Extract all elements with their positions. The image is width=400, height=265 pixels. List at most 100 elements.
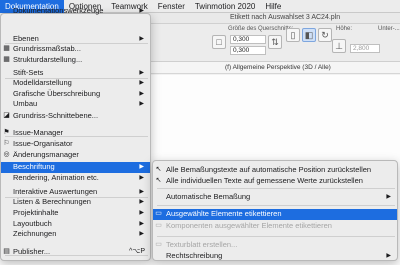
menubar-item-hilfe[interactable]: Hilfe xyxy=(260,0,286,13)
submenu-arrow-icon: ▶ xyxy=(139,221,144,227)
submenu-arrow-icon: ▶ xyxy=(139,231,144,237)
submenu-item-1[interactable]: ↖ Alle individuellen Texte auf gemessene … xyxy=(153,176,397,187)
menu-item-rendering-animation-etc[interactable]: Rendering, Animation etc. ▶ xyxy=(1,173,150,184)
menu-item-label: Beschriftung xyxy=(13,162,55,171)
submenu-item-3[interactable]: ▭ Ausgewählte Elemente etikettieren xyxy=(153,209,397,220)
width-field[interactable]: 0,300 xyxy=(230,35,266,44)
menu-item-label: Dokumentationswerkzeuge xyxy=(13,6,104,15)
depth-field[interactable]: 0,300 xyxy=(230,46,266,55)
menu-item-label: Ebenen xyxy=(13,34,39,43)
menu-item-dokumentationswerkzeuge[interactable]: Dokumentationswerkzeuge ▶ xyxy=(1,6,150,17)
submenu-item-label: Automatische Bemaßung xyxy=(166,192,251,201)
menu-item-label: Strukturdarstellung... xyxy=(13,55,83,64)
menu-item-label: Grafische Überschreibung xyxy=(13,89,101,98)
submenu-arrow-icon: ▶ xyxy=(139,80,144,86)
submenu-item-6[interactable]: Rechtschreibung ▶ xyxy=(153,251,397,262)
menu-item-icon: ◎ xyxy=(3,151,10,158)
menu-item-grafische-überschreibung[interactable]: Grafische Überschreibung ▶ xyxy=(1,89,150,100)
menu-item-issue-manager[interactable]: ⚑ Issue-Manager xyxy=(1,128,150,139)
beschriftung-submenu: ↖ Alle Bemaßungstexte auf automatische Po… xyxy=(152,160,398,261)
menu-item-label: Grundriss-Schnittebene... xyxy=(13,111,99,120)
menu-item-modelldarstellung[interactable]: Modelldarstellung ▶ xyxy=(1,78,150,89)
submenu-item-0[interactable]: ↖ Alle Bemaßungstexte auf automatische Po… xyxy=(153,165,397,176)
rotate-icon[interactable]: ↻ xyxy=(318,28,332,42)
menu-item-icon: ⚐ xyxy=(3,140,10,147)
submenu-item-4: ▭ Komponenten ausgewählter Elemente etike… xyxy=(153,221,397,232)
submenu-arrow-icon: ▶ xyxy=(139,175,144,181)
window-title: Etikett nach Auswahlset 3 AC24.pln xyxy=(230,14,341,21)
submenu-item-2[interactable]: Automatische Bemaßung ▶ xyxy=(153,192,397,203)
menu-item-icon: ⚑ xyxy=(3,129,10,136)
menu-item-icon: ◪ xyxy=(3,112,10,119)
menu-separator xyxy=(157,236,395,237)
menu-shortcut: ^⌥P xyxy=(128,248,145,255)
menu-item-label: Grundrissmaßstab... xyxy=(13,44,81,53)
submenu-arrow-icon: ▶ xyxy=(139,101,144,107)
menu-item-label: Publisher... xyxy=(13,247,51,256)
submenu-arrow-icon: ▶ xyxy=(139,189,144,195)
submenu-item-label: Komponenten ausgewählter Elemente etiket… xyxy=(166,221,332,230)
menu-item-label: Änderungsmanager xyxy=(13,150,79,159)
submenu-item-label: Rechtschreibung xyxy=(166,251,223,260)
menu-item-label: Projektinhalte xyxy=(13,208,59,217)
menu-item-umbau[interactable]: Umbau ▶ xyxy=(1,99,150,110)
menu-item-zeichnungen[interactable]: Zeichnungen ▶ xyxy=(1,229,150,240)
submenu-arrow-icon: ▶ xyxy=(386,253,391,259)
menu-item-layoutbuch[interactable]: Layoutbuch ▶ xyxy=(1,219,150,230)
submenu-item-label: Texturblatt erstellen... xyxy=(166,240,238,249)
menu-item-label: Zeichnungen xyxy=(13,229,57,238)
menu-item-icon: ▦ xyxy=(3,56,10,63)
menu-item-icon: ▤ xyxy=(3,248,10,255)
menu-item-strukturdarstellung[interactable]: ▦ Strukturdarstellung... xyxy=(1,55,150,66)
height-icon[interactable]: ⊥ xyxy=(332,39,346,53)
submenu-arrow-icon: ▶ xyxy=(139,8,144,14)
menu-item-label: Issue-Organisator xyxy=(13,139,73,148)
menu-item-label: Stift-Sets xyxy=(13,68,44,77)
dokumentation-menu: Dokumentationswerkzeuge ▶ Ebenen ▶ ▦ Grundris… xyxy=(0,6,151,261)
menubar-item-twinmotion[interactable]: Twinmotion 2020 xyxy=(190,0,260,13)
menu-item-label: Umbau xyxy=(13,99,38,108)
submenu-arrow-icon: ▶ xyxy=(139,70,144,76)
menu-item-label: Listen & Berechnungen xyxy=(13,197,91,206)
height-field[interactable]: 2,800 xyxy=(350,44,380,53)
menu-item-grundriss-schnittebene[interactable]: ◪ Grundriss-Schnittebene... xyxy=(1,111,150,122)
column-icon[interactable]: ▯ xyxy=(286,28,300,42)
size-label: Größe des Querschnitts: xyxy=(228,26,294,32)
shape-icon[interactable]: □ xyxy=(212,35,226,49)
submenu-arrow-icon: ▶ xyxy=(139,36,144,42)
menu-item-ebenen[interactable]: Ebenen ▶ xyxy=(1,34,150,45)
submenu-item-icon: ↖ xyxy=(155,177,162,184)
menu-item-interaktive-auswertungen[interactable]: Interaktive Auswertungen ▶ xyxy=(1,187,150,198)
submenu-item-label: Alle Bemaßungstexte auf automatische Pos… xyxy=(166,165,372,174)
submenu-arrow-icon: ▶ xyxy=(139,199,144,205)
menu-item-grundrissmaßstab[interactable]: ▦ Grundrissmaßstab... xyxy=(1,44,150,55)
submenu-item-label: Alle individuellen Texte auf gemessene W… xyxy=(166,176,363,185)
menu-separator xyxy=(157,188,395,189)
menu-item-label: Layoutbuch xyxy=(13,219,52,228)
menu-item-icon: ▦ xyxy=(3,45,10,52)
link-icon[interactable]: ⇅ xyxy=(268,35,282,49)
menu-item-publisher[interactable]: ▤ Publisher... ^⌥P xyxy=(1,247,150,258)
submenu-item-icon: ▭ xyxy=(155,241,162,248)
menu-item-label: Issue-Manager xyxy=(13,128,64,137)
menu-item-beschriftung[interactable]: Beschriftung ▶ xyxy=(1,162,150,173)
menu-item-label: Interaktive Auswertungen xyxy=(13,187,98,196)
menubar-item-fenster[interactable]: Fenster xyxy=(153,0,190,13)
submenu-arrow-icon: ▶ xyxy=(139,164,144,170)
menu-item-label: Rendering, Animation etc. xyxy=(13,173,99,182)
menu-item-projektinhalte[interactable]: Projektinhalte ▶ xyxy=(1,208,150,219)
submenu-item-icon: ▭ xyxy=(155,222,162,229)
submenu-item-icon: ↖ xyxy=(155,166,162,173)
menu-item-stift-sets[interactable]: Stift-Sets ▶ xyxy=(1,68,150,79)
menu-item-listen-berechnungen[interactable]: Listen & Berechnungen ▶ xyxy=(1,197,150,208)
anchor-icon[interactable]: ◧ xyxy=(302,28,316,42)
submenu-arrow-icon: ▶ xyxy=(139,210,144,216)
menu-item-änderungsmanager[interactable]: ◎ Änderungsmanager xyxy=(1,150,150,161)
submenu-item-label: Ausgewählte Elemente etikettieren xyxy=(166,209,282,218)
view-tab-label[interactable]: (f) Allgemeine Perspektive (3D / Alle) xyxy=(225,64,331,71)
height-label: Höhe: xyxy=(336,26,353,32)
submenu-item-icon: ▭ xyxy=(155,210,162,217)
submenu-item-5: ▭ Texturblatt erstellen... xyxy=(153,240,397,251)
menu-item-issue-organisator[interactable]: ⚐ Issue-Organisator xyxy=(1,139,150,150)
submenu-arrow-icon: ▶ xyxy=(386,194,391,200)
